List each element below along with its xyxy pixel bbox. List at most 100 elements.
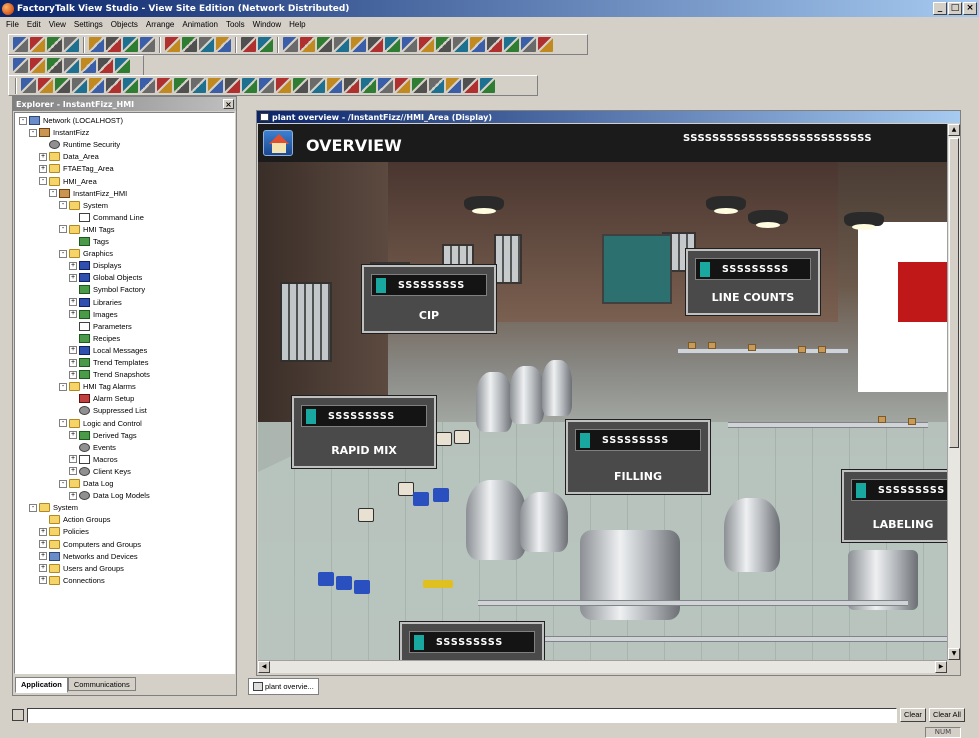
tree-trend-snapshots[interactable]: + Trend Snapshots	[69, 369, 150, 380]
expand-icon[interactable]: +	[69, 346, 77, 355]
toolbar-button-icon[interactable]	[463, 78, 478, 93]
tree-network[interactable]: - Network (LOCALHOST)	[19, 115, 123, 126]
toolbar-button-icon[interactable]	[504, 37, 519, 52]
expand-icon[interactable]: +	[39, 540, 47, 548]
toolbar-button-icon[interactable]	[38, 78, 53, 93]
tree-events[interactable]: Events	[69, 442, 116, 453]
expand-icon[interactable]: +	[69, 358, 77, 367]
toolbar-button-icon[interactable]	[385, 37, 400, 52]
tree-system[interactable]: - System	[59, 200, 108, 211]
tree-command-line[interactable]: Command Line	[69, 212, 144, 223]
home-button[interactable]	[263, 130, 293, 156]
toolbar-button-icon[interactable]	[470, 37, 485, 52]
menu-arrange[interactable]: Arrange	[142, 20, 178, 29]
toolbar-button-icon[interactable]	[140, 78, 155, 93]
collapse-icon[interactable]: -	[59, 249, 67, 258]
tree-images[interactable]: + Images	[69, 309, 118, 320]
tree-networks-devices[interactable]: + Networks and Devices	[39, 551, 138, 562]
toolbar-button-icon[interactable]	[106, 37, 121, 52]
menu-objects[interactable]: Objects	[107, 20, 142, 29]
toolbar-button-icon[interactable]	[242, 78, 257, 93]
menu-edit[interactable]: Edit	[23, 20, 45, 29]
tree-users-groups[interactable]: + Users and Groups	[39, 563, 124, 574]
collapse-icon[interactable]: -	[29, 503, 37, 512]
toolbar-button-icon[interactable]	[402, 37, 417, 52]
expand-icon[interactable]: +	[69, 310, 77, 319]
menu-settings[interactable]: Settings	[70, 20, 107, 29]
menu-tools[interactable]: Tools	[222, 20, 249, 29]
tree-action-groups[interactable]: Action Groups	[39, 514, 111, 525]
tree-parameters[interactable]: Parameters	[69, 321, 132, 332]
toolbar-button-icon[interactable]	[21, 78, 36, 93]
line-counts-panel[interactable]: SSSSSSSSS LINE COUNTS	[686, 249, 820, 315]
toolbar-button-icon[interactable]	[487, 37, 502, 52]
minimize-button[interactable]: _	[933, 2, 947, 15]
tree-instantfizz[interactable]: - InstantFizz	[29, 127, 89, 138]
toolbar-button-icon[interactable]	[191, 78, 206, 93]
toolbar-button-icon[interactable]	[225, 78, 240, 93]
expand-icon[interactable]: +	[39, 152, 47, 161]
vertical-scroll-thumb[interactable]	[949, 138, 959, 448]
tree-recipes[interactable]: Recipes	[69, 333, 120, 344]
toolbar-button-icon[interactable]	[378, 78, 393, 93]
rapid-mix-panel[interactable]: SSSSSSSSS RAPID MIX	[292, 396, 436, 468]
collapse-icon[interactable]: -	[39, 177, 47, 185]
toolbar-button-icon[interactable]	[64, 37, 79, 52]
toolbar-button-icon[interactable]	[157, 78, 172, 93]
toolbar-button-icon[interactable]	[89, 78, 104, 93]
toolbar-button-icon[interactable]	[327, 78, 342, 93]
toolbar-button-icon[interactable]	[89, 37, 104, 52]
toolbar-button-icon[interactable]	[182, 37, 197, 52]
collapse-icon[interactable]: -	[49, 189, 57, 198]
tree-derived-tags[interactable]: + Derived Tags	[69, 430, 137, 441]
collapse-icon[interactable]: -	[59, 479, 67, 488]
tree-client-keys[interactable]: + Client Keys	[69, 466, 131, 477]
tree-connections[interactable]: + Connections	[39, 575, 105, 586]
tree-ftaetag-area[interactable]: + FTAETag_Area	[39, 163, 114, 174]
collapse-icon[interactable]: -	[59, 225, 67, 234]
toolbar-button-icon[interactable]	[199, 37, 214, 52]
toolbar-button-icon[interactable]	[106, 78, 121, 93]
clear-all-button[interactable]: Clear All	[928, 708, 965, 722]
toolbar-button-icon[interactable]	[258, 37, 273, 52]
bottom-panel[interactable]: SSSSSSSSS	[400, 622, 544, 660]
filling-panel[interactable]: SSSSSSSSS FILLING	[566, 420, 710, 494]
toolbar-button-icon[interactable]	[276, 78, 291, 93]
toolbar-button-icon[interactable]	[123, 37, 138, 52]
tree-hmi-tag-alarms[interactable]: - HMI Tag Alarms	[59, 381, 136, 392]
tree-computers-groups[interactable]: + Computers and Groups	[39, 539, 141, 550]
toolbar-button-icon[interactable]	[317, 37, 332, 52]
collapse-icon[interactable]: -	[59, 419, 67, 427]
toolbar-button-icon[interactable]	[429, 78, 444, 93]
expand-icon[interactable]: +	[39, 552, 47, 561]
toolbar-button-icon[interactable]	[47, 37, 62, 52]
scroll-down-icon[interactable]: ▼	[948, 648, 960, 660]
tree-data-area[interactable]: + Data_Area	[39, 151, 99, 162]
vertical-scrollbar[interactable]: ▲ ▼	[947, 124, 960, 660]
tree-hmi-tags[interactable]: - HMI Tags	[59, 224, 115, 235]
tree-hmi-area[interactable]: - HMI_Area	[39, 176, 97, 187]
tree-data-log-models[interactable]: + Data Log Models	[69, 490, 150, 501]
window-tab-plant-overview[interactable]: plant overvie...	[248, 678, 319, 695]
toolbar-button-icon[interactable]	[344, 78, 359, 93]
tab-application[interactable]: Application	[15, 677, 68, 693]
toolbar-button-icon[interactable]	[446, 78, 461, 93]
toolbar-button-icon[interactable]	[140, 37, 155, 52]
expand-icon[interactable]: +	[39, 564, 47, 573]
expand-icon[interactable]: +	[39, 576, 47, 585]
menu-file[interactable]: File	[2, 20, 23, 29]
scroll-left-icon[interactable]: ◀	[258, 661, 270, 673]
tab-communications[interactable]: Communications	[67, 677, 136, 691]
tree-graphics[interactable]: - Graphics	[59, 248, 113, 259]
horizontal-scrollbar[interactable]: ◀ ▶	[258, 660, 947, 673]
toolbar-button-icon[interactable]	[165, 37, 180, 52]
tree-displays[interactable]: + Displays	[69, 260, 121, 271]
toolbar-button-icon[interactable]	[216, 37, 231, 52]
tree-data-log[interactable]: - Data Log	[59, 478, 113, 489]
close-button[interactable]: ×	[963, 2, 977, 15]
toolbar-button-icon[interactable]	[521, 37, 536, 52]
tree-global-objects[interactable]: + Global Objects	[69, 272, 142, 283]
tree-logic-control[interactable]: - Logic and Control	[59, 418, 142, 429]
toolbar-button-icon[interactable]	[412, 78, 427, 93]
toolbar-button-icon[interactable]	[453, 37, 468, 52]
